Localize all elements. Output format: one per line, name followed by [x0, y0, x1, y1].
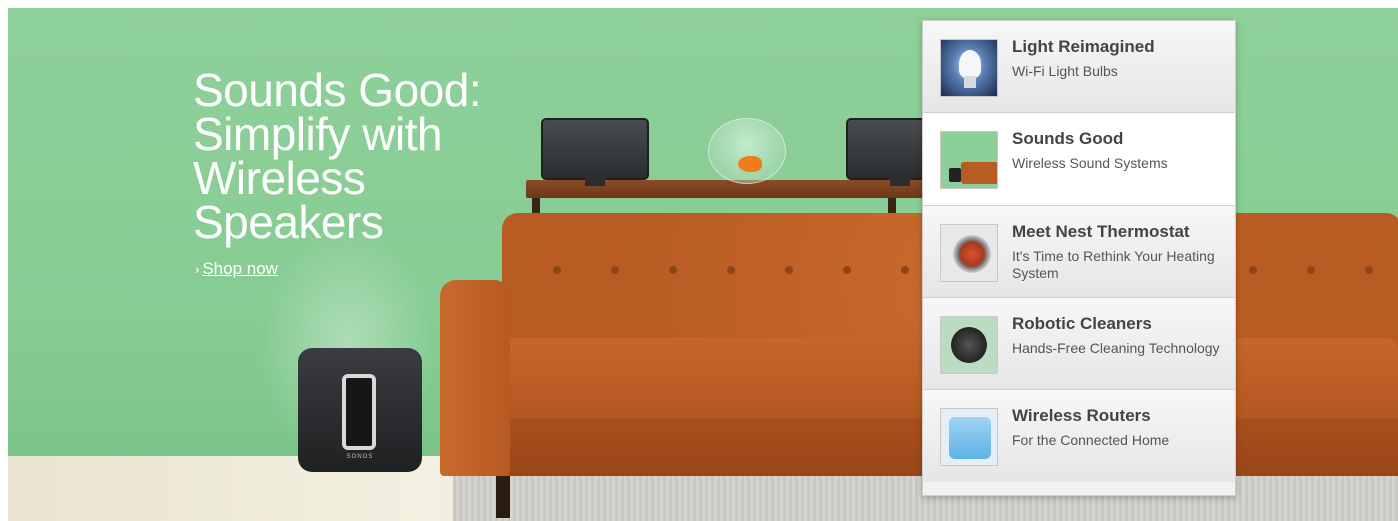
promo-item-robotic-cleaners[interactable]: Robotic Cleaners Hands-Free Cleaning Tec…	[923, 298, 1235, 390]
fishbowl-image	[708, 118, 786, 184]
shop-now-label: Shop now	[202, 259, 278, 278]
promo-item-title: Sounds Good	[1012, 129, 1124, 148]
promo-item-nest-thermostat[interactable]: Meet Nest Thermostat It's Time to Rethin…	[923, 206, 1235, 298]
sofa-speakers-thumbnail-icon	[940, 131, 998, 189]
promo-item-title: Robotic Cleaners	[1012, 314, 1152, 333]
promo-item-title: Wireless Routers	[1012, 406, 1151, 425]
shop-now-link[interactable]: › Shop now	[195, 259, 278, 279]
subwoofer-image: SONOS	[298, 348, 422, 472]
goldfish-image	[738, 156, 762, 172]
promo-item-wireless-routers[interactable]: Wireless Routers For the Connected Home	[923, 390, 1235, 482]
light-bulb-thumbnail-icon	[940, 39, 998, 97]
speaker-left-image	[541, 118, 649, 186]
promo-item-subtitle: Wi-Fi Light Bulbs	[1012, 63, 1118, 79]
promo-item-subtitle: Wireless Sound Systems	[1012, 155, 1168, 171]
sofa-arm	[440, 280, 510, 476]
promo-item-title: Light Reimagined	[1012, 37, 1155, 56]
sofa-leg	[496, 476, 510, 518]
thermostat-thumbnail-icon	[940, 224, 998, 282]
subwoofer-logo: SONOS	[346, 454, 374, 460]
promo-item-light-reimagined[interactable]: Light Reimagined Wi-Fi Light Bulbs	[923, 21, 1235, 113]
hero-headline: Sounds Good: Simplify with Wireless Spea…	[193, 64, 482, 248]
promo-item-subtitle: For the Connected Home	[1012, 432, 1170, 448]
promo-menu: Light Reimagined Wi-Fi Light Bulbs Sound…	[922, 20, 1236, 496]
subwoofer-slot	[342, 374, 376, 450]
promo-item-subtitle: Hands-Free Cleaning Technology	[1012, 340, 1220, 356]
robot-vacuum-thumbnail-icon	[940, 316, 998, 374]
chevron-right-icon: ›	[195, 261, 200, 277]
promo-item-title: Meet Nest Thermostat	[1012, 222, 1190, 241]
promo-item-subtitle: It's Time to Rethink Your Heating System	[1012, 248, 1215, 281]
promo-item-sounds-good[interactable]: Sounds Good Wireless Sound Systems	[923, 113, 1235, 206]
router-thumbnail-icon	[940, 408, 998, 466]
